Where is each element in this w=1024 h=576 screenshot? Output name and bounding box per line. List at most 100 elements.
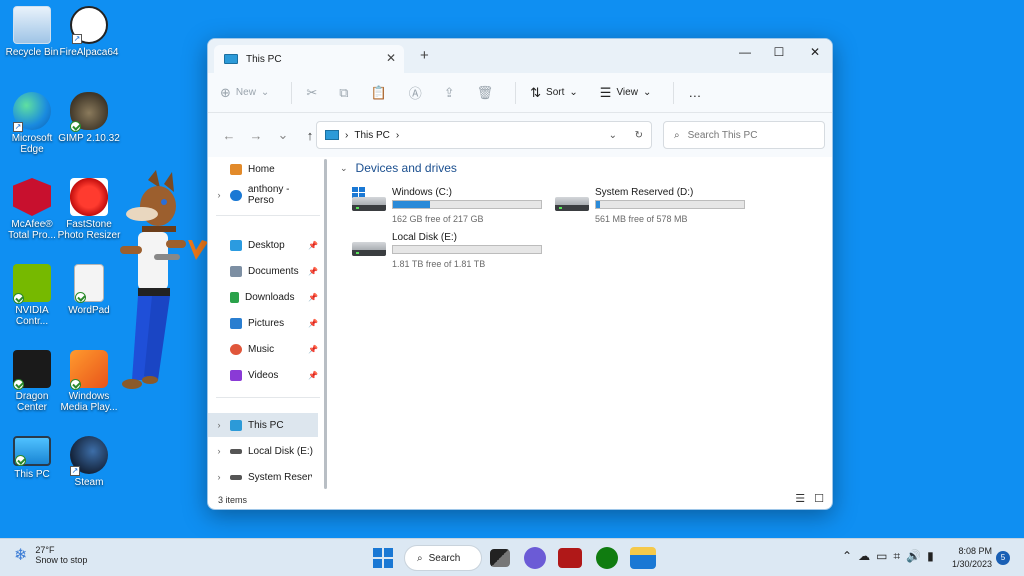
chevron-right-icon[interactable]: › <box>208 472 230 482</box>
desktop-icon-edge[interactable]: ↗ Microsoft Edge <box>0 92 64 155</box>
group-header-devices[interactable]: ⌄ Devices and drives <box>340 161 820 175</box>
desktop-icon-media-player[interactable]: Windows Media Play... <box>57 350 121 413</box>
chevron-right-icon[interactable]: › <box>208 420 230 430</box>
desktop-icon-wordpad[interactable]: WordPad <box>57 264 121 316</box>
share-button[interactable]: ⇪ <box>444 85 455 101</box>
new-button[interactable]: ⊕ New ⌄ <box>220 85 269 101</box>
breadcrumb[interactable]: This PC <box>354 130 390 141</box>
xbox-icon[interactable] <box>596 547 618 569</box>
desktop-icon-faststone[interactable]: FastStone Photo Resizer <box>57 178 121 241</box>
nav-item-documents[interactable]: Documents 📌 <box>208 259 318 283</box>
delete-button[interactable]: 🗑 <box>477 85 494 101</box>
volume-icon[interactable]: 🔊 <box>906 549 927 563</box>
faststone-icon <box>70 178 108 216</box>
taskbar-search[interactable]: ⌕ Search <box>404 545 482 571</box>
desktop-icon-firealpaca[interactable]: ↗ FireAlpaca64 <box>57 6 121 58</box>
forward-arrow-icon[interactable]: → <box>245 128 267 143</box>
nav-item-pictures[interactable]: Pictures 📌 <box>208 311 318 335</box>
refresh-icon[interactable]: ↻ <box>635 130 643 141</box>
copy-button[interactable]: ⧉ <box>339 85 348 101</box>
nav-item-system-reserved[interactable]: › System Reserved <box>208 465 318 489</box>
desktop-icon-label: Windows Media Play... <box>60 391 118 413</box>
nav-item-desktop[interactable]: Desktop 📌 <box>208 233 318 257</box>
chevron-right-icon[interactable]: › <box>208 446 230 456</box>
desktop-icon-dragon-center[interactable]: Dragon Center <box>0 350 64 413</box>
navigation-pane: Home › anthony - Perso Desktop 📌 Documents… <box>208 157 326 493</box>
dragon-center-icon[interactable] <box>558 548 582 568</box>
desktop-icon-mcafee[interactable]: McAfee® Total Pro... <box>0 178 64 241</box>
weather-widget[interactable]: ❄ 27°F Snow to stop <box>14 545 87 565</box>
desktop-icon-nvidia[interactable]: NVIDIA Contr... <box>0 264 64 327</box>
view-label: View <box>616 87 638 98</box>
chevron-right-icon[interactable]: › <box>208 190 230 200</box>
pin-icon[interactable]: 📌 <box>308 319 318 328</box>
drive-tile-d[interactable]: System Reserved (D:) 561 MB free of 578 … <box>555 187 755 227</box>
close-window-button[interactable]: ✕ <box>805 45 825 59</box>
task-view-icon[interactable] <box>490 549 510 567</box>
clock-date: 1/30/2023 <box>951 559 992 569</box>
chevron-down-icon: ⌄ <box>642 87 652 98</box>
pin-icon[interactable]: 📌 <box>308 371 318 380</box>
videos-icon <box>230 369 242 381</box>
clock[interactable]: 8:08 PM 1/30/2023 <box>944 545 992 571</box>
nav-item-local-disk[interactable]: › Local Disk (E:) <box>208 439 318 463</box>
this-pc-icon <box>230 419 242 431</box>
network-icon[interactable]: ⌗ <box>893 549 906 563</box>
pin-icon[interactable]: 📌 <box>308 241 318 250</box>
drive-tile-e[interactable]: Local Disk (E:) 1.81 TB free of 1.81 TB <box>352 232 552 272</box>
desktop-icon-gimp[interactable]: GIMP 2.10.32 <box>57 92 121 144</box>
nav-label: Pictures <box>248 317 285 329</box>
recent-chevron-icon[interactable]: ⌄ <box>272 127 294 143</box>
battery-icon[interactable]: ▮ <box>927 549 940 563</box>
new-tab-button[interactable]: + <box>420 47 429 64</box>
view-button[interactable]: ☰ View ⌄ <box>600 85 652 101</box>
nav-item-music[interactable]: Music 📌 <box>208 337 318 361</box>
notification-badge[interactable]: 5 <box>996 551 1010 565</box>
desktop-icon-this-pc[interactable]: This PC <box>0 436 64 480</box>
address-bar[interactable]: › This PC › ⌄ ↻ <box>316 121 652 149</box>
paste-button[interactable]: 📋 <box>371 85 387 101</box>
tiles-view-icon[interactable]: ☐ <box>814 493 824 505</box>
cloud-icon[interactable]: ☁ <box>858 549 876 563</box>
nav-item-videos[interactable]: Videos 📌 <box>208 363 318 387</box>
view-toggle: ☰ ☐ <box>795 492 824 505</box>
toolbar-divider <box>291 81 293 104</box>
tab-this-pc[interactable]: This PC ✕ <box>214 45 404 73</box>
file-explorer-icon[interactable] <box>630 547 656 569</box>
view-icon: ☰ <box>599 84 612 100</box>
rename-button[interactable]: Ⓐ <box>409 83 422 102</box>
title-bar[interactable]: This PC ✕ + — ☐ ✕ <box>208 39 832 73</box>
sort-button[interactable]: ⇅ Sort ⌄ <box>530 85 578 101</box>
back-arrow-icon[interactable]: ← <box>218 128 240 143</box>
display-icon[interactable]: ▭ <box>876 549 893 563</box>
drive-tile-c[interactable]: Windows (C:) 162 GB free of 217 GB <box>352 187 552 227</box>
file-explorer-window[interactable]: This PC ✕ + — ☐ ✕ ⊕ New ⌄ ✂ ⧉ 📋 Ⓐ ⇪ 🗑 ⇅ Sor… <box>207 38 833 510</box>
desktop-icon-label: Recycle Bin <box>5 47 59 58</box>
gimp-icon <box>70 92 108 132</box>
desktop-icon-steam[interactable]: ↗ Steam <box>57 436 121 488</box>
nav-item-home[interactable]: Home <box>208 157 318 181</box>
minimize-button[interactable]: — <box>735 45 755 59</box>
desktop-icon-recycle-bin[interactable]: Recycle Bin <box>0 6 64 58</box>
nav-item-downloads[interactable]: Downloads 📌 <box>208 285 318 309</box>
this-pc-icon <box>325 130 339 140</box>
maximize-button[interactable]: ☐ <box>769 45 789 59</box>
close-tab-icon[interactable]: ✕ <box>386 51 396 65</box>
more-options-button[interactable]: … <box>688 85 701 100</box>
details-view-icon[interactable]: ☰ <box>795 493 805 505</box>
pin-icon[interactable]: 📌 <box>308 345 318 354</box>
chevron-up-icon[interactable]: ⌃ <box>842 549 858 563</box>
search-input[interactable]: ⌕ Search This PC <box>663 121 825 149</box>
nav-label: Documents <box>248 265 299 277</box>
chat-icon[interactable] <box>524 547 546 569</box>
weather-text: Snow to stop <box>35 555 88 565</box>
start-button[interactable] <box>370 545 396 571</box>
pin-icon[interactable]: 📌 <box>308 293 318 302</box>
nav-item-onedrive[interactable]: › anthony - Perso <box>208 183 318 207</box>
address-dropdown-icon[interactable]: ⌄ <box>609 130 617 141</box>
nav-item-this-pc[interactable]: › This PC <box>208 413 318 437</box>
cut-button[interactable]: ✂ <box>306 85 317 101</box>
tab-title: This PC <box>246 53 282 65</box>
nav-scrollbar[interactable] <box>324 159 327 489</box>
pin-icon[interactable]: 📌 <box>308 267 318 276</box>
